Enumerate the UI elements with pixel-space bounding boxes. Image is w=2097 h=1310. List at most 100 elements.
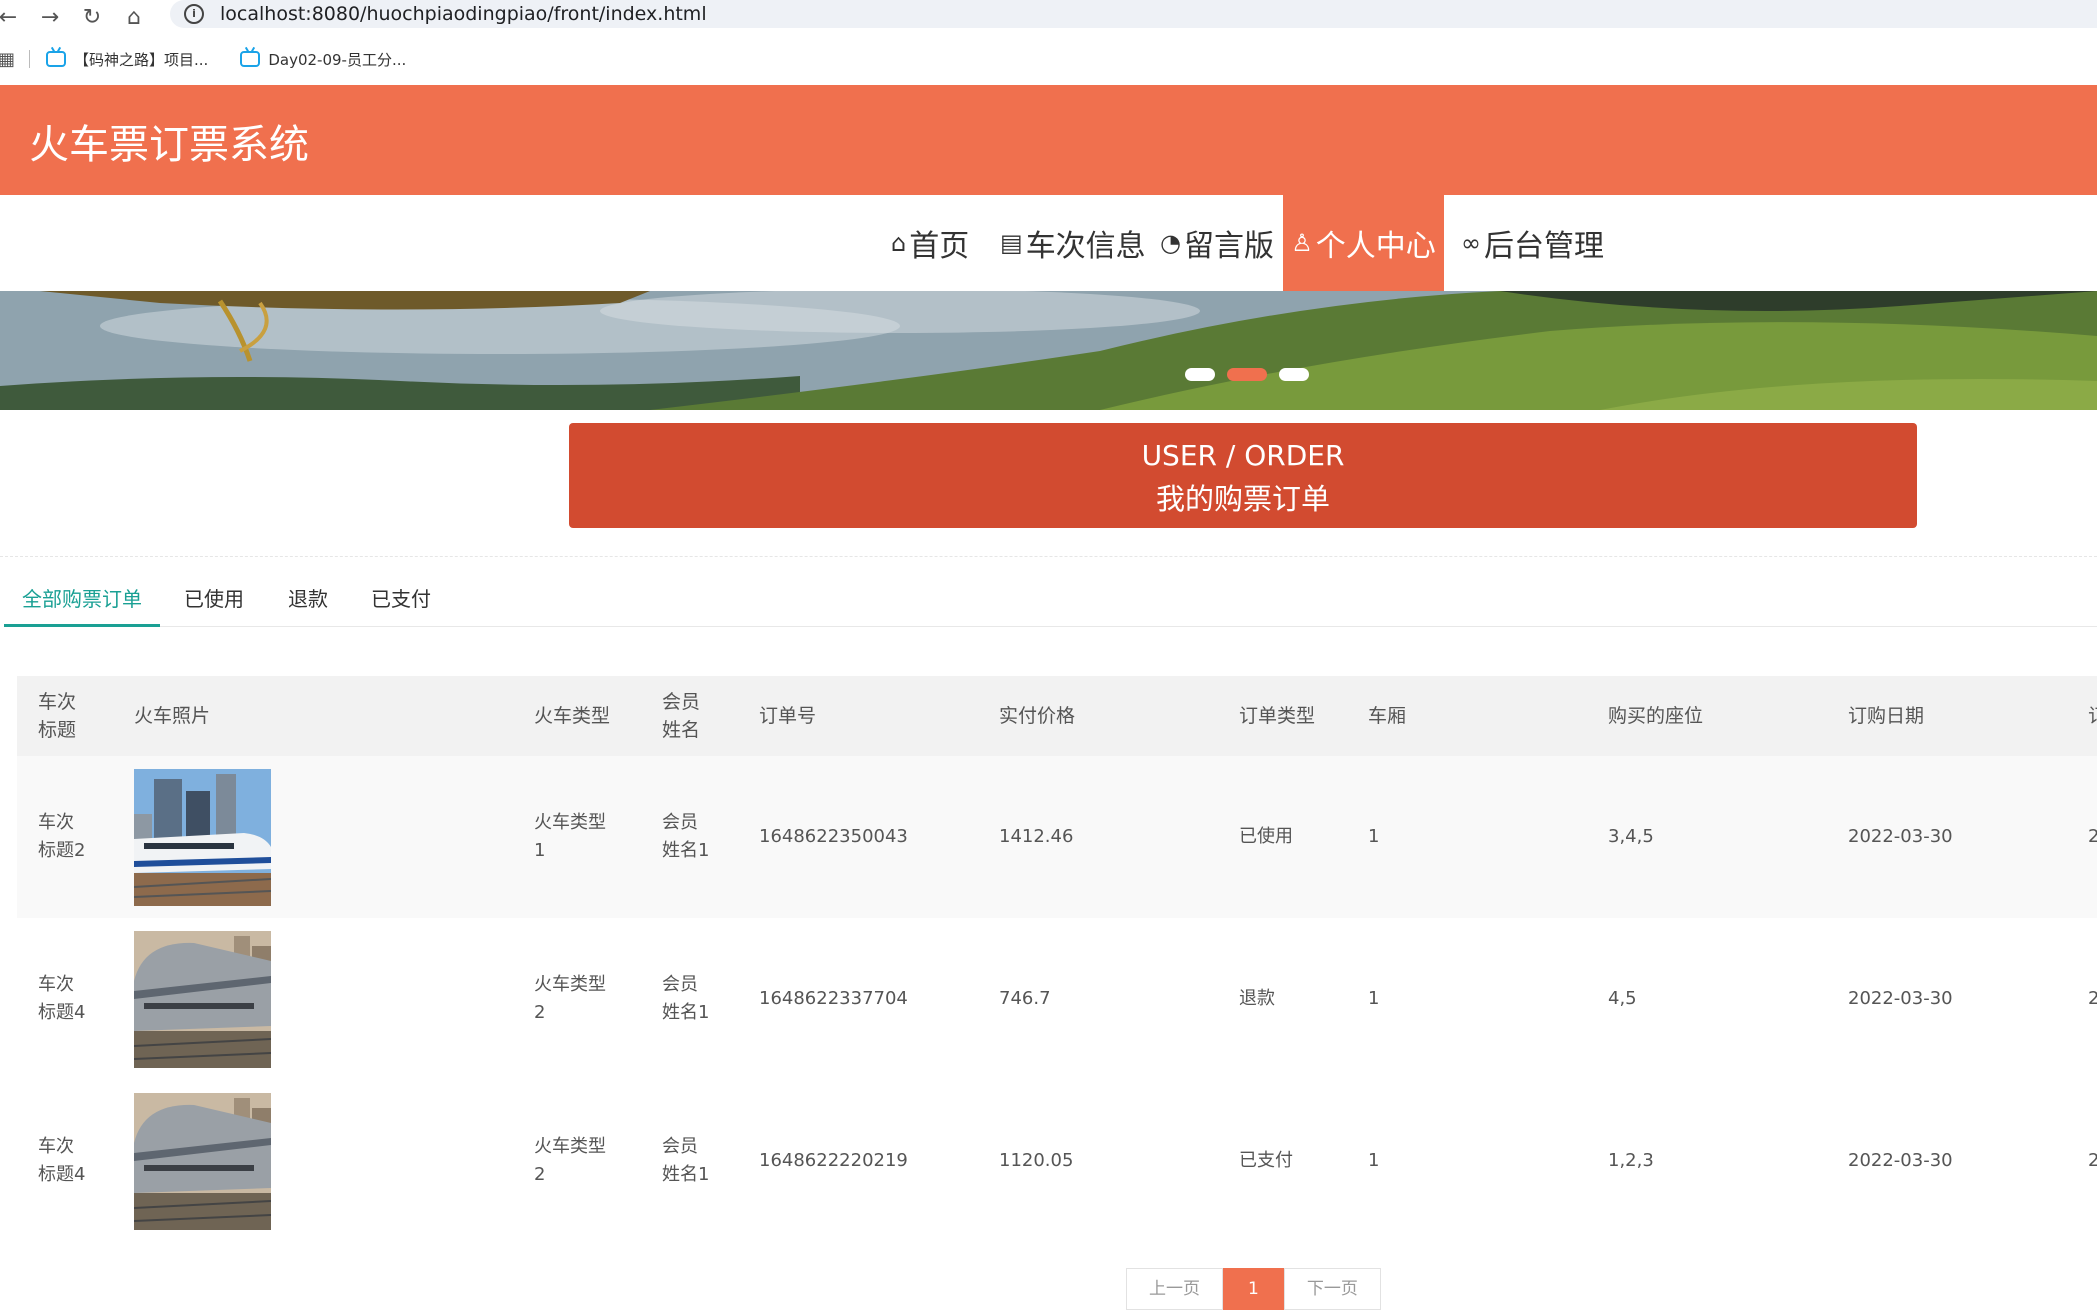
- tab-paid[interactable]: 已支付: [361, 578, 441, 624]
- header-price: 实付价格: [999, 705, 1076, 727]
- cell-carriage: 1: [1368, 826, 1380, 847]
- carousel-dot-3[interactable]: [1279, 368, 1309, 381]
- cell-price: 1412.46: [999, 826, 1074, 847]
- train-photo: [134, 931, 271, 1068]
- cell-seats: 4,5: [1608, 988, 1637, 1009]
- site-info-icon[interactable]: i: [184, 4, 204, 24]
- link-icon: ∞: [1461, 229, 1481, 257]
- bookmark-1[interactable]: 【码神之路】项目...: [46, 49, 208, 70]
- cell-extra: 2: [2088, 988, 2097, 1009]
- home-icon: ⌂: [891, 229, 907, 257]
- table-row[interactable]: 车次 标题4 火车类型 2 会员 姓名1 1648622220219 1120.…: [17, 1080, 2097, 1242]
- nav-label: 留言版: [1183, 229, 1274, 264]
- cell-price: 1120.05: [999, 1150, 1074, 1171]
- cell-date: 2022-03-30: [1848, 988, 1953, 1009]
- header-seats: 购买的座位: [1608, 705, 1704, 727]
- palette-icon: ◔: [1160, 229, 1181, 257]
- train-image: [134, 1093, 271, 1230]
- cell-seats: 3,4,5: [1608, 826, 1654, 847]
- bookmark-label: Day02-09-员工分...: [268, 50, 407, 69]
- order-tabs: 全部购票订单 已使用 退款 已支付: [4, 578, 2097, 627]
- table-row[interactable]: 车次 标题4 火车类型 2 会员 姓名1 1648622337704 746.7…: [17, 918, 2097, 1080]
- next-page-button[interactable]: 下一页: [1283, 1268, 1381, 1310]
- site-header: 火车票订票系统: [0, 85, 2097, 195]
- header-carriage: 车厢: [1368, 705, 1407, 727]
- header-order-no: 订单号: [759, 705, 817, 727]
- cell-seats: 1,2,3: [1608, 1150, 1654, 1171]
- cell-date: 2022-03-30: [1848, 826, 1953, 847]
- back-icon[interactable]: ←: [0, 5, 22, 30]
- header-order-type: 订单类型: [1239, 705, 1316, 727]
- nav-personal-center[interactable]: ♙ 个人中心: [1283, 195, 1444, 291]
- cell-order-type: 已支付: [1239, 1150, 1293, 1171]
- train-photo: [134, 1093, 271, 1230]
- bookmark-separator: [29, 50, 31, 68]
- cell-order-type: 已使用: [1239, 826, 1293, 847]
- nav-label: 个人中心: [1315, 229, 1436, 264]
- cell-extra: 2: [2088, 1150, 2097, 1171]
- forward-icon[interactable]: →: [36, 5, 64, 30]
- prev-page-button[interactable]: 上一页: [1126, 1268, 1223, 1310]
- cell-order-no: 1648622350043: [759, 826, 908, 847]
- cell-title: 车次 标题2: [38, 812, 86, 861]
- bookmark-2[interactable]: Day02-09-员工分...: [240, 49, 406, 70]
- table-header: 车次 标题 火车照片 火车类型 会员 姓名 订单号 实付价格 订单类型 车厢 购…: [17, 676, 2097, 756]
- bookmarks-bar: ▦ 【码神之路】项目... Day02-09-员工分...: [0, 44, 2097, 74]
- address-bar[interactable]: i localhost:8080/huochpiaodingpiao/front…: [170, 0, 2097, 28]
- clipboard-icon: ▤: [1000, 229, 1023, 257]
- tab-refund[interactable]: 退款: [268, 578, 348, 624]
- nav-home[interactable]: ⌂ 首页: [891, 195, 969, 291]
- carousel-dots: [1185, 368, 1321, 381]
- pagination: 上一页 1 下一页: [1126, 1268, 1381, 1310]
- cell-extra: 2: [2088, 826, 2097, 847]
- train-photo: [134, 769, 271, 906]
- bilibili-icon: [240, 51, 261, 67]
- main-nav: ⌂ 首页 ▤ 车次信息 ◔ 留言版 ♙ 个人中心 ∞ 后台管理: [0, 195, 2097, 291]
- section-title-cn: 我的购票订单: [1155, 482, 1330, 516]
- train-image: [134, 769, 271, 906]
- carousel-banner[interactable]: [0, 291, 2097, 410]
- nav-train-info[interactable]: ▤ 车次信息: [1000, 195, 1146, 291]
- cell-order-no: 1648622337704: [759, 988, 908, 1009]
- carousel-dot-2[interactable]: [1227, 368, 1267, 381]
- header-member: 会员 姓名: [662, 691, 701, 741]
- cell-train-type: 火车类型 2: [534, 974, 606, 1023]
- cell-order-no: 1648622220219: [759, 1150, 908, 1171]
- nav-label: 首页: [909, 229, 970, 264]
- cell-title: 车次 标题4: [38, 974, 86, 1023]
- header-photo: 火车照片: [134, 705, 211, 727]
- header-extra: 订: [2088, 702, 2097, 730]
- carousel-dot-1[interactable]: [1185, 368, 1215, 381]
- cell-order-type: 退款: [1239, 988, 1275, 1009]
- header-date: 订购日期: [1848, 705, 1925, 727]
- train-image: [134, 931, 271, 1068]
- bookmark-label: 【码神之路】项目...: [74, 50, 209, 69]
- banner-image: [0, 291, 2097, 410]
- nav-guestbook[interactable]: ◔ 留言版: [1160, 195, 1274, 291]
- header-train-type: 火车类型: [534, 705, 611, 727]
- site-title: 火车票订票系统: [29, 122, 309, 168]
- cell-title: 车次 标题4: [38, 1136, 86, 1185]
- cell-member: 会员 姓名1: [662, 974, 710, 1023]
- section-heading: USER / ORDER 我的购票订单: [569, 423, 1917, 528]
- user-icon: ♙: [1291, 229, 1313, 257]
- apps-grid-icon[interactable]: ▦: [0, 49, 15, 70]
- cell-price: 746.7: [999, 988, 1051, 1009]
- cell-member: 会员 姓名1: [662, 1136, 710, 1185]
- nav-admin[interactable]: ∞ 后台管理: [1461, 195, 1604, 291]
- reload-icon[interactable]: ↻: [78, 5, 106, 30]
- home-browser-icon[interactable]: ⌂: [120, 5, 148, 30]
- cell-train-type: 火车类型 1: [534, 812, 606, 861]
- cell-carriage: 1: [1368, 1150, 1380, 1171]
- tab-all-orders[interactable]: 全部购票订单: [4, 578, 160, 627]
- cell-date: 2022-03-30: [1848, 1150, 1953, 1171]
- nav-label: 后台管理: [1484, 229, 1604, 264]
- table-row[interactable]: 车次 标题2 火车类型 1 会员 姓名1 1648622350043 1412.…: [17, 756, 2097, 918]
- tab-used[interactable]: 已使用: [174, 578, 254, 624]
- section-title-en: USER / ORDER: [1141, 439, 1345, 472]
- nav-label: 车次信息: [1025, 229, 1146, 264]
- page-1-button[interactable]: 1: [1223, 1268, 1284, 1310]
- url-text[interactable]: localhost:8080/huochpiaodingpiao/front/i…: [220, 3, 707, 25]
- divider: [0, 556, 2097, 557]
- header-title: 车次 标题: [38, 691, 77, 741]
